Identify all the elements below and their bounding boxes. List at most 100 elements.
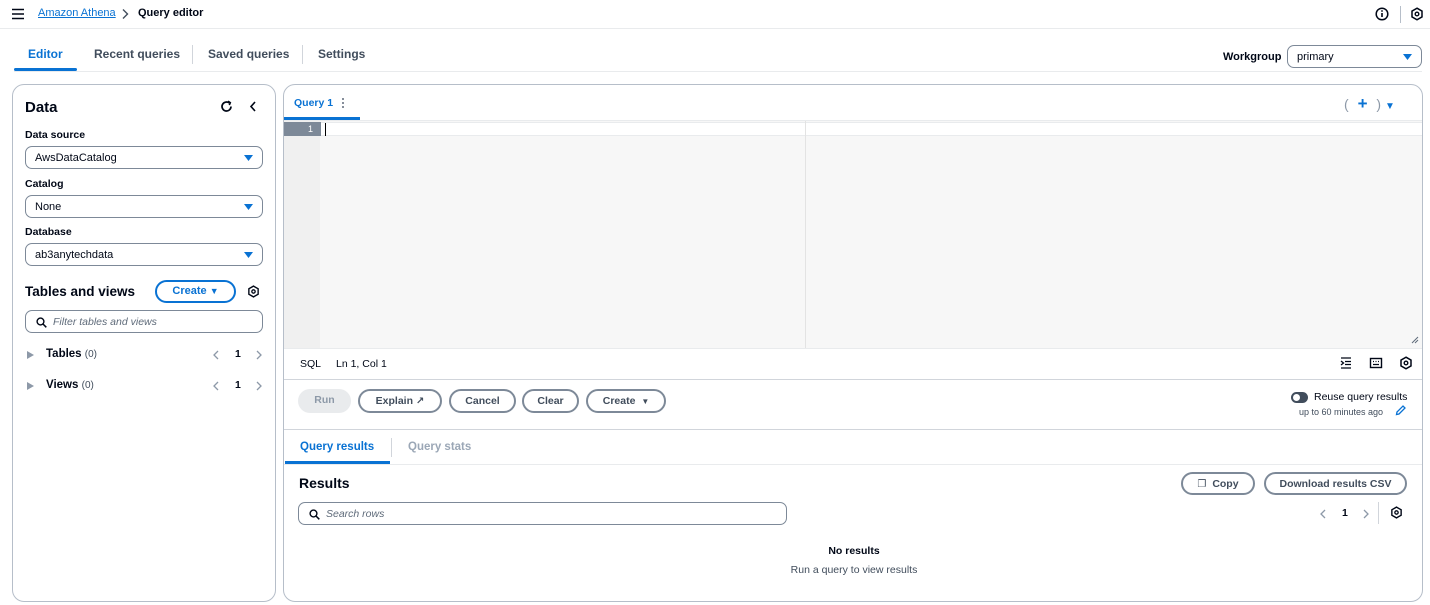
search-rows-input[interactable]: Search rows bbox=[298, 502, 787, 525]
cancel-button[interactable]: Cancel bbox=[449, 389, 516, 413]
menu-icon[interactable] bbox=[11, 8, 25, 20]
catalog-label: Catalog bbox=[25, 178, 64, 190]
print-margin bbox=[805, 121, 806, 348]
top-navigation-bar: Amazon Athena Query editor bbox=[0, 0, 1430, 29]
language-indicator: SQL bbox=[300, 358, 322, 370]
divider bbox=[1400, 6, 1401, 23]
divider bbox=[1378, 502, 1379, 524]
data-panel-title: Data bbox=[25, 99, 58, 116]
paren-left-icon: ( bbox=[1344, 96, 1349, 112]
data-panel: Data Data source AwsDataCatalog Catalog … bbox=[12, 84, 276, 602]
tree-item-views[interactable]: Views (0) 1 bbox=[13, 376, 275, 396]
workgroup-value: primary bbox=[1297, 51, 1334, 63]
caret-down-icon: ▼ bbox=[641, 397, 650, 406]
empty-state-title: No results bbox=[828, 545, 880, 557]
page-number[interactable]: 1 bbox=[235, 348, 241, 360]
caret-down-icon bbox=[244, 155, 253, 161]
caret-down-icon[interactable]: ▼ bbox=[1385, 101, 1395, 112]
reuse-results-duration: up to 60 minutes ago bbox=[1299, 407, 1384, 417]
tree-item-tables[interactable]: Tables (0) 1 bbox=[13, 345, 275, 365]
chevron-right-icon[interactable] bbox=[256, 350, 262, 360]
cursor-position: Ln 1, Col 1 bbox=[336, 358, 387, 370]
settings-gear-icon[interactable] bbox=[1399, 356, 1413, 370]
info-icon[interactable] bbox=[1375, 7, 1389, 21]
current-line-highlight bbox=[321, 122, 1422, 136]
caret-down-icon bbox=[1403, 54, 1412, 60]
workgroup-select[interactable]: primary bbox=[1287, 45, 1422, 68]
tab-recent-queries[interactable]: Recent queries bbox=[94, 47, 180, 61]
workgroup-label: Workgroup bbox=[1223, 51, 1282, 63]
page-number[interactable]: 1 bbox=[235, 379, 241, 391]
keyboard-icon[interactable] bbox=[1369, 356, 1383, 370]
format-indent-icon[interactable] bbox=[1339, 356, 1353, 370]
query-tab[interactable]: Query 1 bbox=[294, 97, 333, 109]
section-divider bbox=[284, 429, 1422, 430]
tree-item-count: (0) bbox=[84, 349, 98, 360]
catalog-select[interactable]: None bbox=[25, 195, 263, 218]
text-cursor bbox=[325, 123, 326, 136]
tree-item-label: Views (0) bbox=[46, 379, 94, 391]
tab-settings[interactable]: Settings bbox=[318, 47, 365, 61]
chevron-right-icon bbox=[122, 9, 129, 19]
create-button[interactable]: Create ▼ bbox=[586, 389, 666, 413]
external-link-icon: ↗ bbox=[415, 396, 425, 407]
copy-icon: ❐ bbox=[1197, 479, 1207, 490]
tab-query-stats[interactable]: Query stats bbox=[408, 441, 471, 453]
query-editor-panel: Query 1 ( + ) ▼ 1 SQL Ln 1, Col 1 Run Ex… bbox=[283, 84, 1423, 602]
add-tab-icon[interactable]: + bbox=[1358, 94, 1368, 113]
tree-item-count: (0) bbox=[81, 380, 94, 391]
database-label: Database bbox=[25, 226, 72, 238]
tab-editor[interactable]: Editor bbox=[28, 47, 63, 61]
chevron-right-icon[interactable] bbox=[1363, 509, 1369, 519]
toggle-knob bbox=[1293, 394, 1300, 401]
search-icon bbox=[36, 317, 47, 328]
tab-divider bbox=[192, 45, 193, 64]
run-button[interactable]: Run bbox=[298, 389, 351, 413]
tabs-border bbox=[284, 464, 1422, 465]
expand-caret-icon[interactable] bbox=[27, 351, 34, 359]
database-select[interactable]: ab3anytechdata bbox=[25, 243, 263, 266]
settings-gear-icon[interactable] bbox=[1410, 7, 1424, 21]
refresh-icon[interactable] bbox=[220, 100, 233, 113]
filter-tables-input[interactable]: Filter tables and views bbox=[25, 310, 263, 333]
more-options-icon[interactable] bbox=[341, 96, 345, 110]
empty-state-message: Run a query to view results bbox=[790, 564, 918, 576]
chevron-left-icon[interactable] bbox=[213, 350, 219, 360]
filter-placeholder: Filter tables and views bbox=[53, 316, 157, 328]
create-table-button[interactable]: Create ▼ bbox=[155, 280, 236, 303]
download-csv-button[interactable]: Download results CSV bbox=[1264, 472, 1407, 495]
edit-pencil-icon[interactable] bbox=[1395, 405, 1406, 416]
search-rows-placeholder: Search rows bbox=[326, 508, 385, 520]
explain-label: Explain bbox=[375, 395, 414, 407]
add-query-tab-group: ( + ) ▼ bbox=[1344, 94, 1395, 114]
caret-down-icon: ▼ bbox=[209, 286, 219, 296]
line-number: 1 bbox=[284, 122, 321, 136]
reuse-results-label: Reuse query results bbox=[1314, 391, 1408, 403]
chevron-right-icon[interactable] bbox=[256, 381, 262, 391]
reuse-results-toggle[interactable] bbox=[1291, 392, 1308, 403]
results-page-number[interactable]: 1 bbox=[1342, 507, 1348, 519]
catalog-value: None bbox=[35, 201, 62, 213]
tab-divider bbox=[302, 45, 303, 64]
collapse-chevron-icon[interactable] bbox=[249, 101, 257, 112]
caret-down-icon bbox=[244, 204, 253, 210]
data-source-select[interactable]: AwsDataCatalog bbox=[25, 146, 263, 169]
tree-item-label: Tables (0) bbox=[46, 348, 98, 360]
copy-button[interactable]: ❐ Copy bbox=[1181, 472, 1255, 495]
chevron-left-icon[interactable] bbox=[1320, 509, 1326, 519]
tab-query-results[interactable]: Query results bbox=[300, 441, 374, 453]
expand-caret-icon[interactable] bbox=[27, 382, 34, 390]
data-source-value: AwsDataCatalog bbox=[35, 152, 117, 164]
settings-gear-icon[interactable] bbox=[1390, 506, 1403, 519]
chevron-left-icon[interactable] bbox=[213, 381, 219, 391]
breadcrumb-athena-link[interactable]: Amazon Athena bbox=[38, 7, 116, 19]
status-bar-border bbox=[284, 348, 1422, 349]
explain-button[interactable]: Explain ↗ bbox=[358, 389, 442, 413]
sql-code-editor[interactable] bbox=[284, 121, 1422, 348]
clear-button[interactable]: Clear bbox=[522, 389, 579, 413]
line-gutter bbox=[284, 121, 320, 348]
resize-handle-icon[interactable] bbox=[1410, 335, 1419, 344]
tab-saved-queries[interactable]: Saved queries bbox=[208, 47, 289, 61]
results-title: Results bbox=[299, 475, 350, 491]
settings-gear-icon[interactable] bbox=[247, 285, 260, 298]
